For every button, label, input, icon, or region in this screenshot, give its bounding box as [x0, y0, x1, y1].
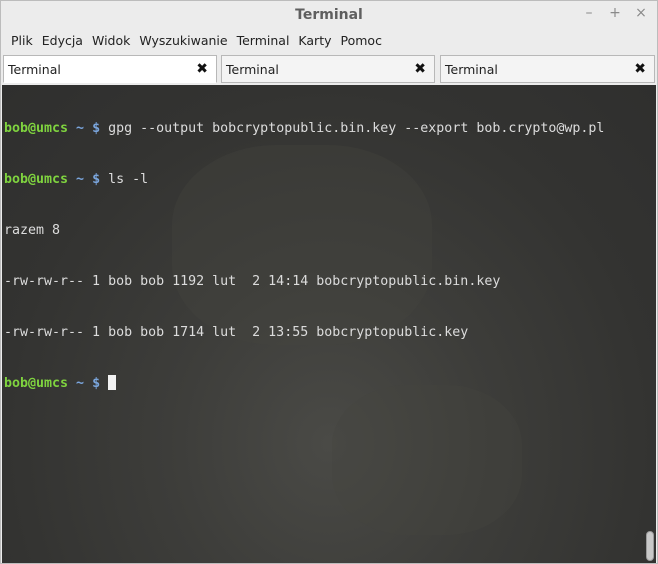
menu-wyszukiwanie[interactable]: Wyszukiwanie [135, 33, 231, 48]
close-icon[interactable]: ✖ [196, 61, 208, 77]
command-text [100, 376, 108, 391]
output-line: -rw-rw-r-- 1 bob bob 1714 lut 2 13:55 bo… [4, 325, 469, 340]
output-line: razem 8 [4, 223, 61, 238]
tab-bar: Terminal ✖ Terminal ✖ Terminal ✖ [1, 53, 657, 85]
minimize-icon[interactable]: – [583, 5, 595, 21]
tab-label: Terminal [445, 61, 498, 77]
terminal-text: bob@umcs ~ $ gpg --output bobcryptopubli… [4, 86, 640, 426]
terminal-output[interactable]: bob@umcs ~ $ gpg --output bobcryptopubli… [2, 85, 656, 563]
menu-terminal[interactable]: Terminal [233, 33, 294, 48]
window-title: Terminal [295, 7, 363, 23]
title-bar[interactable]: Terminal – + × [1, 1, 657, 29]
menu-bar: Plik Edycja Widok Wyszukiwanie Terminal … [1, 29, 657, 51]
tab-label: Terminal [226, 61, 279, 77]
close-icon[interactable]: ✖ [634, 61, 646, 77]
terminal-window: Terminal – + × Plik Edycja Widok Wyszuki… [0, 0, 658, 564]
prompt-user: bob@umcs [4, 172, 69, 187]
close-icon[interactable]: ✖ [414, 61, 426, 77]
menu-edycja[interactable]: Edycja [38, 33, 87, 48]
tab-terminal-3[interactable]: Terminal ✖ [440, 55, 655, 83]
tab-terminal-1[interactable]: Terminal ✖ [3, 55, 217, 83]
terminal-line: bob@umcs ~ $ ls -l [4, 171, 640, 188]
menu-plik[interactable]: Plik [7, 33, 37, 48]
command-text: ls -l [100, 172, 149, 187]
prompt-path: ~ $ [68, 172, 101, 187]
prompt-path: ~ $ [68, 121, 101, 136]
maximize-icon[interactable]: + [609, 5, 621, 21]
terminal-line: bob@umcs ~ $ gpg --output bobcryptopubli… [4, 120, 640, 137]
text-cursor [108, 375, 117, 390]
menu-karty[interactable]: Karty [294, 33, 335, 48]
tab-terminal-2[interactable]: Terminal ✖ [221, 55, 435, 83]
window-controls: – + × [583, 5, 647, 21]
scrollbar-thumb[interactable] [646, 531, 654, 561]
menu-widok[interactable]: Widok [88, 33, 134, 48]
close-icon[interactable]: × [635, 5, 647, 21]
output-line: -rw-rw-r-- 1 bob bob 1192 lut 2 14:14 bo… [4, 274, 501, 289]
scrollbar[interactable] [644, 85, 656, 563]
prompt-path: ~ $ [68, 376, 101, 391]
terminal-line: bob@umcs ~ $ [4, 375, 640, 392]
tab-label: Terminal [8, 61, 61, 77]
prompt-user: bob@umcs [4, 376, 69, 391]
prompt-user: bob@umcs [4, 121, 69, 136]
menu-pomoc[interactable]: Pomoc [337, 33, 386, 48]
command-text: gpg --output bobcryptopublic.bin.key --e… [100, 121, 605, 136]
